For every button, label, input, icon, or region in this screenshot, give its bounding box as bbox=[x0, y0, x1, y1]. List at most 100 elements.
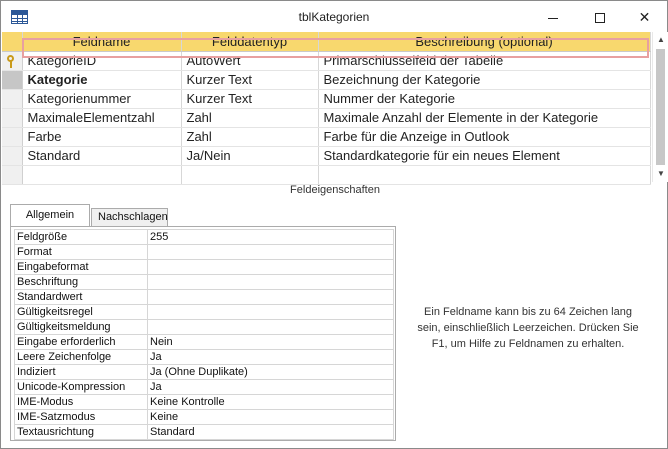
header-selector bbox=[2, 32, 23, 52]
table-row[interactable]: Kategorienummer Kurzer Text Nummer der K… bbox=[2, 89, 651, 109]
property-value[interactable] bbox=[147, 304, 394, 320]
property-row[interactable]: Standardwert bbox=[14, 289, 394, 305]
property-label: Gültigkeitsregel bbox=[14, 304, 148, 320]
property-value[interactable]: 255 bbox=[147, 229, 394, 245]
property-label: Unicode-Kompression bbox=[14, 379, 148, 395]
table-row[interactable]: KategorieID AutoWert Primärschlüsselfeld… bbox=[2, 51, 651, 71]
table-row[interactable]: Farbe Zahl Farbe für die Anzeige in Outl… bbox=[2, 127, 651, 147]
property-value[interactable]: Standard bbox=[147, 424, 394, 440]
row-selector[interactable] bbox=[2, 70, 23, 90]
field-name-cell[interactable]: MaximaleElementzahl bbox=[22, 108, 182, 128]
field-type-cell[interactable]: Kurzer Text bbox=[181, 89, 319, 109]
property-value[interactable]: Keine Kontrolle bbox=[147, 394, 394, 410]
row-selector[interactable] bbox=[2, 146, 23, 166]
new-row[interactable] bbox=[2, 165, 651, 185]
column-header-feldname[interactable]: Feldname bbox=[22, 32, 182, 52]
field-description-cell[interactable]: Nummer der Kategorie bbox=[318, 89, 651, 109]
property-value[interactable]: Ja bbox=[147, 379, 394, 395]
property-label: Textausrichtung bbox=[14, 424, 148, 440]
field-type-cell[interactable]: Zahl bbox=[181, 108, 319, 128]
field-type-cell[interactable] bbox=[181, 165, 319, 185]
property-label: IME-Satzmodus bbox=[14, 409, 148, 425]
field-description-cell[interactable]: Maximale Anzahl der Elemente in der Kate… bbox=[318, 108, 651, 128]
property-label: Indiziert bbox=[14, 364, 148, 380]
property-value[interactable]: Nein bbox=[147, 334, 394, 350]
property-row[interactable]: Format bbox=[14, 244, 394, 260]
property-value[interactable]: Keine bbox=[147, 409, 394, 425]
field-name-cell[interactable]: Standard bbox=[22, 146, 182, 166]
row-selector[interactable] bbox=[2, 51, 23, 71]
field-description-cell[interactable] bbox=[318, 165, 651, 185]
field-grid: Feldname Felddatentyp Beschreibung (opti… bbox=[2, 32, 651, 185]
scroll-down-icon[interactable]: ▼ bbox=[653, 166, 668, 182]
property-label: IME-Modus bbox=[14, 394, 148, 410]
field-type-cell[interactable]: Zahl bbox=[181, 127, 319, 147]
row-selector[interactable] bbox=[2, 127, 23, 147]
property-value[interactable] bbox=[147, 244, 394, 260]
property-value[interactable] bbox=[147, 259, 394, 275]
tab-allgemein[interactable]: Allgemein bbox=[10, 204, 90, 226]
property-row[interactable]: Eingabeformat bbox=[14, 259, 394, 275]
property-row[interactable]: Eingabe erforderlich Nein bbox=[14, 334, 394, 350]
property-label: Eingabeformat bbox=[14, 259, 148, 275]
property-panel: Feldgröße 255 Format Eingabeformat Beschrift… bbox=[10, 226, 396, 441]
field-description-cell[interactable]: Standardkategorie für ein neues Element bbox=[318, 146, 651, 166]
property-label: Feldgröße bbox=[14, 229, 148, 245]
field-name-cell[interactable]: Kategorie bbox=[22, 70, 182, 90]
table-row[interactable]: MaximaleElementzahl Zahl Maximale Anzahl… bbox=[2, 108, 651, 128]
property-row[interactable]: Beschriftung bbox=[14, 274, 394, 290]
property-row[interactable]: IME-Satzmodus Keine bbox=[14, 409, 394, 425]
row-selector[interactable] bbox=[2, 165, 23, 185]
maximize-button[interactable] bbox=[577, 1, 622, 33]
property-label: Eingabe erforderlich bbox=[14, 334, 148, 350]
primary-key-icon bbox=[6, 54, 16, 68]
property-sheet: Feldgröße 255 Format Eingabeformat Beschrift… bbox=[14, 229, 394, 440]
property-value[interactable] bbox=[147, 319, 394, 335]
scroll-thumb[interactable] bbox=[656, 49, 665, 165]
property-label: Standardwert bbox=[14, 289, 148, 305]
minimize-icon bbox=[547, 17, 558, 19]
minimize-button[interactable] bbox=[530, 1, 575, 33]
property-row[interactable]: Gültigkeitsregel bbox=[14, 304, 394, 320]
table-row[interactable]: Kategorie Kurzer Text Bezeichnung der Ka… bbox=[2, 70, 651, 90]
maximize-icon bbox=[594, 13, 605, 24]
column-header-beschreibung[interactable]: Beschreibung (optional) bbox=[318, 32, 651, 52]
property-value[interactable] bbox=[147, 289, 394, 305]
field-name-cell[interactable] bbox=[22, 165, 182, 185]
field-description-cell[interactable]: Farbe für die Anzeige in Outlook bbox=[318, 127, 651, 147]
field-type-cell[interactable]: Ja/Nein bbox=[181, 146, 319, 166]
close-icon: ✕ bbox=[638, 9, 651, 25]
property-label: Gültigkeitsmeldung bbox=[14, 319, 148, 335]
property-label: Beschriftung bbox=[14, 274, 148, 290]
field-description-cell[interactable]: Primärschlüsselfeld der Tabelle bbox=[318, 51, 651, 71]
field-type-cell[interactable]: AutoWert bbox=[181, 51, 319, 71]
property-value[interactable]: Ja (Ohne Duplikate) bbox=[147, 364, 394, 380]
table-row[interactable]: Standard Ja/Nein Standardkategorie für e… bbox=[2, 146, 651, 166]
field-name-cell[interactable]: KategorieID bbox=[22, 51, 182, 71]
field-type-cell[interactable]: Kurzer Text bbox=[181, 70, 319, 90]
field-name-cell[interactable]: Kategorienummer bbox=[22, 89, 182, 109]
property-row[interactable]: Feldgröße 255 bbox=[14, 229, 394, 245]
title-bar: tblKategorien ✕ bbox=[1, 1, 667, 34]
field-name-cell[interactable]: Farbe bbox=[22, 127, 182, 147]
property-value[interactable] bbox=[147, 274, 394, 290]
column-header-felddatentyp[interactable]: Felddatentyp bbox=[181, 32, 319, 52]
property-row[interactable]: Unicode-Kompression Ja bbox=[14, 379, 394, 395]
property-value[interactable]: Ja bbox=[147, 349, 394, 365]
vertical-scrollbar[interactable]: ▲ ▼ bbox=[652, 32, 668, 182]
tab-nachschlagen[interactable]: Nachschlagen bbox=[91, 208, 168, 226]
property-row[interactable]: IME-Modus Keine Kontrolle bbox=[14, 394, 394, 410]
property-row[interactable]: Textausrichtung Standard bbox=[14, 424, 394, 440]
close-button[interactable]: ✕ bbox=[622, 1, 667, 33]
field-description-cell[interactable]: Bezeichnung der Kategorie bbox=[318, 70, 651, 90]
scroll-up-icon[interactable]: ▲ bbox=[653, 32, 668, 48]
help-text: Ein Feldname kann bis zu 64 Zeichen lang… bbox=[417, 306, 639, 350]
row-selector[interactable] bbox=[2, 89, 23, 109]
table-design-window: tblKategorien ✕ Feldname Felddatentyp Be… bbox=[0, 0, 668, 449]
property-row[interactable]: Gültigkeitsmeldung bbox=[14, 319, 394, 335]
row-selector[interactable] bbox=[2, 108, 23, 128]
property-row[interactable]: Leere Zeichenfolge Ja bbox=[14, 349, 394, 365]
property-row[interactable]: Indiziert Ja (Ohne Duplikate) bbox=[14, 364, 394, 380]
property-label: Leere Zeichenfolge bbox=[14, 349, 148, 365]
property-label: Format bbox=[14, 244, 148, 260]
